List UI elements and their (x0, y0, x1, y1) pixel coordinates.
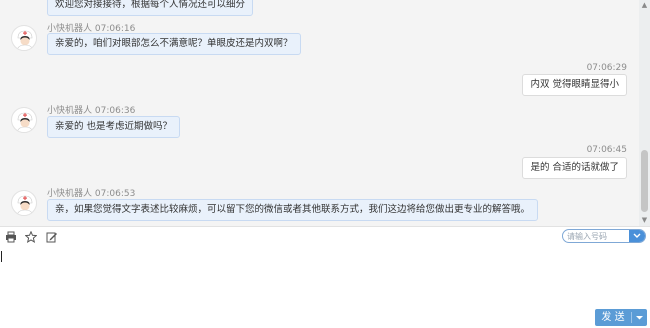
composer-toolbar (0, 226, 650, 246)
scroll-down-icon[interactable]: ▼ (640, 216, 649, 224)
edit-icon[interactable] (46, 231, 58, 243)
message-time: 07:06:45 (586, 145, 627, 155)
number-search-input[interactable] (567, 230, 629, 242)
message-time: 07:06:53 (94, 189, 136, 199)
message-meta: 小快机器人 07:06:36 (47, 103, 135, 116)
bot-avatar (11, 25, 37, 51)
text-caret (1, 251, 2, 262)
message-time: 07:06:36 (94, 106, 136, 116)
bot-message-bubble: 欢迎您对接接待，根据每个人情况还可以细分 (47, 0, 254, 16)
scroll-thumb[interactable] (641, 150, 648, 212)
bot-message-bubble: 亲爱的，咱们对眼部怎么不满意呢？单眼皮还是内双啊？ (47, 33, 301, 55)
number-search-box (562, 229, 646, 243)
send-button-label: 发 送 (601, 312, 625, 323)
user-message-bubble: 内双 觉得眼睛显得小 (522, 74, 627, 96)
sender-name: 小快机器人 (47, 189, 93, 199)
message-meta: 小快机器人 07:06:53 (47, 186, 135, 199)
sender-name: 小快机器人 (47, 106, 93, 116)
chat-history: 欢迎您对接接待，根据每个人情况还可以细分 小快机器人 07:06:16 亲爱的，… (0, 0, 650, 226)
star-icon[interactable] (24, 230, 38, 243)
bot-message-bubble: 亲爱的 也是考虑近期做吗？ (47, 116, 181, 138)
bot-message-bubble: 亲，如果您觉得文字表述比较麻烦，可以留下您的微信或者其他联系方式，我们这边将给您… (47, 199, 539, 221)
send-options-icon[interactable] (632, 309, 647, 326)
bot-avatar (11, 107, 37, 133)
user-message-bubble: 是的 合适的话就做了 (522, 157, 627, 179)
send-button[interactable]: 发 送 (595, 309, 647, 326)
search-toggle-button[interactable] (629, 230, 645, 242)
message-input[interactable] (0, 246, 650, 328)
chat-scrollbar[interactable]: ▲ ▼ (639, 0, 650, 226)
scroll-up-icon[interactable]: ▲ (640, 1, 649, 9)
message-time: 07:06:29 (586, 63, 627, 73)
bot-avatar (11, 190, 37, 216)
print-icon[interactable] (5, 231, 17, 243)
